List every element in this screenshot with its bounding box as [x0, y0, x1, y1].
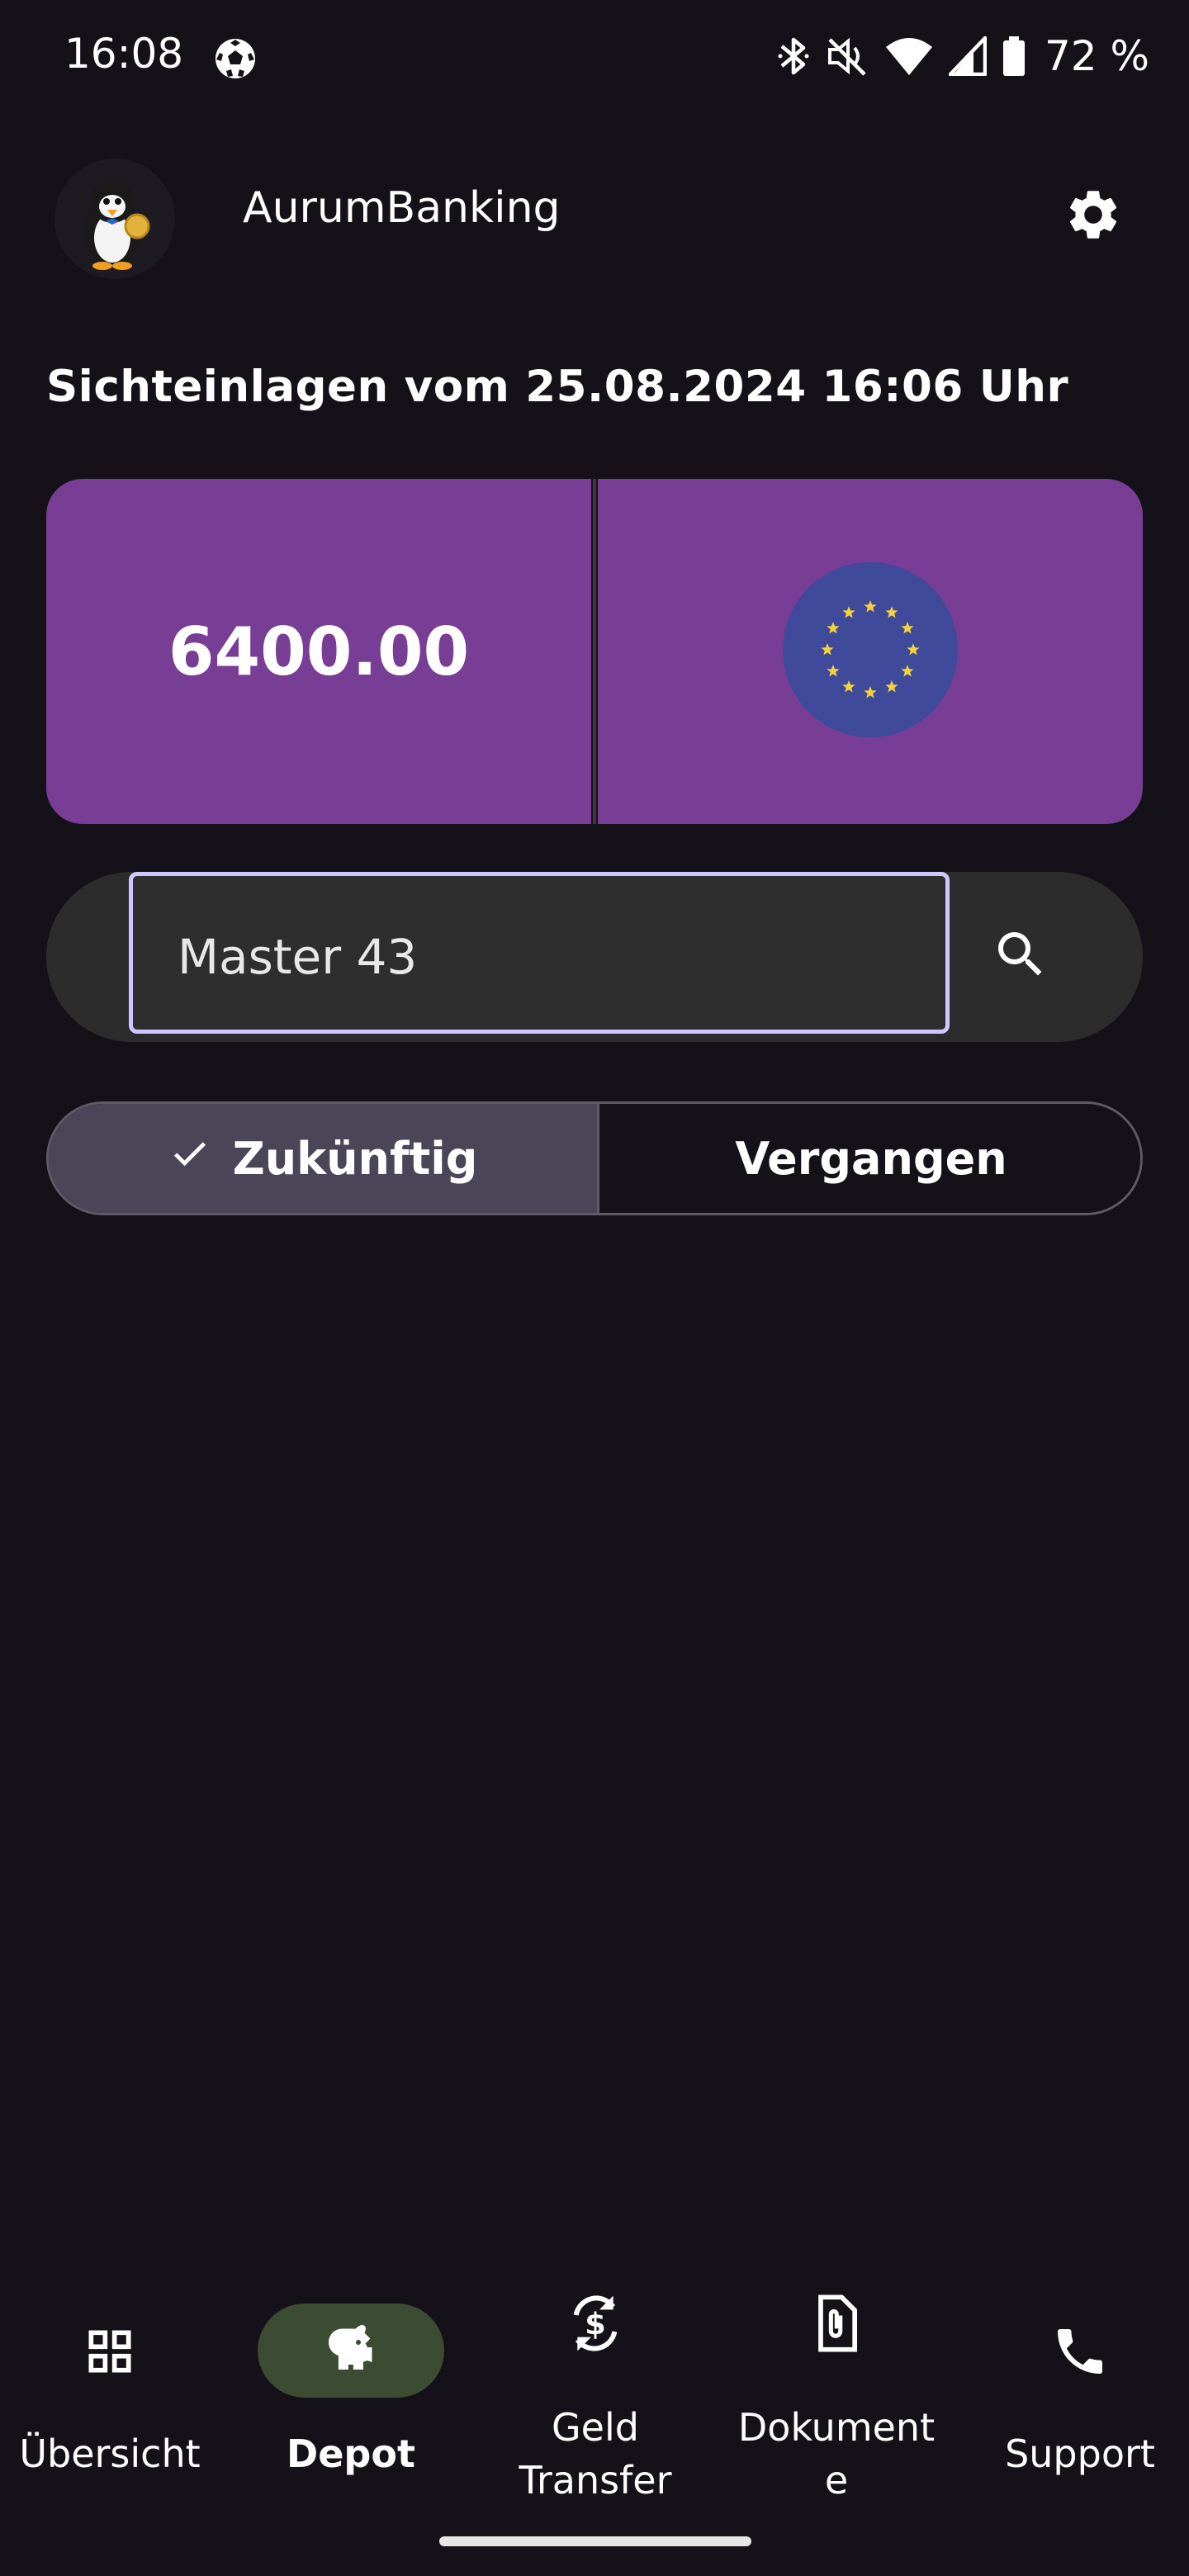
search-field[interactable] — [129, 872, 950, 1034]
app-bar: AurumBanking — [0, 149, 1189, 279]
status-bar: 16:08 72 % — [0, 0, 1189, 124]
nav-label-depot: Depot — [287, 2432, 415, 2476]
mute-icon — [825, 35, 869, 78]
status-time: 16:08 — [64, 30, 184, 78]
segment-future-label: Zukünftig — [232, 1132, 478, 1185]
check-icon — [168, 1132, 211, 1186]
nav-label-money-transfer-line1: Geld — [552, 2405, 639, 2450]
bluetooth-icon — [777, 35, 810, 78]
balance-divider — [591, 479, 598, 824]
document-attachment-icon — [805, 2292, 868, 2355]
phone-icon — [1050, 2322, 1110, 2381]
time-filter-segmented-button: Zukünftig Vergangen — [46, 1101, 1143, 1215]
nav-label-money-transfer-line2: Transfer — [519, 2458, 672, 2503]
battery-icon — [1002, 35, 1026, 78]
nav-label-overview: Übersicht — [19, 2432, 201, 2476]
cell-signal-icon — [948, 36, 987, 76]
piggy-bank-icon — [321, 2320, 381, 2379]
balance-card: 6400.00 — [46, 479, 1143, 824]
svg-text:$: $ — [585, 2306, 606, 2342]
search-bar — [46, 872, 1143, 1042]
nav-item-money-transfer[interactable]: $ Geld Transfer — [487, 2279, 703, 2526]
settings-button[interactable] — [1059, 182, 1128, 251]
deposits-heading: Sichteinlagen vom 25.08.2024 16:06 Uhr — [46, 362, 1069, 412]
gear-icon — [1063, 185, 1123, 248]
search-input[interactable] — [176, 919, 906, 995]
penguin-avatar[interactable] — [54, 159, 175, 279]
segment-past-label: Vergangen — [735, 1132, 1007, 1185]
nav-item-depot[interactable]: Depot — [239, 2279, 462, 2526]
grid-icon — [80, 2322, 140, 2381]
nav-label-documents-line1: Dokument — [737, 2405, 936, 2450]
nav-item-overview[interactable]: Übersicht — [0, 2279, 220, 2526]
nav-item-documents[interactable]: Dokument e — [728, 2279, 945, 2526]
currency-panel — [598, 479, 1143, 824]
nav-item-support[interactable]: Support — [971, 2279, 1189, 2526]
status-icons: 72 % — [777, 31, 1149, 81]
balance-amount: 6400.00 — [168, 613, 470, 690]
search-button[interactable] — [979, 915, 1062, 997]
nav-label-documents-line2: e — [824, 2458, 849, 2503]
battery-percentage: 72 % — [1044, 32, 1149, 80]
balance-amount-panel: 6400.00 — [46, 479, 591, 824]
segment-past[interactable]: Vergangen — [599, 1104, 1140, 1213]
segment-future[interactable]: Zukünftig — [49, 1104, 597, 1213]
home-indicator[interactable] — [439, 2536, 751, 2546]
currency-exchange-icon: $ — [562, 2290, 628, 2356]
nav-label-support: Support — [1005, 2432, 1155, 2476]
wifi-icon — [884, 36, 934, 77]
app-title: AurumBanking — [243, 183, 561, 233]
search-icon — [991, 925, 1050, 987]
soccer-ball-icon — [213, 36, 258, 81]
bottom-navigation: Übersicht Depot $ Geld Transfer Dokument… — [0, 2279, 1189, 2526]
eu-flag-icon — [783, 562, 958, 741]
